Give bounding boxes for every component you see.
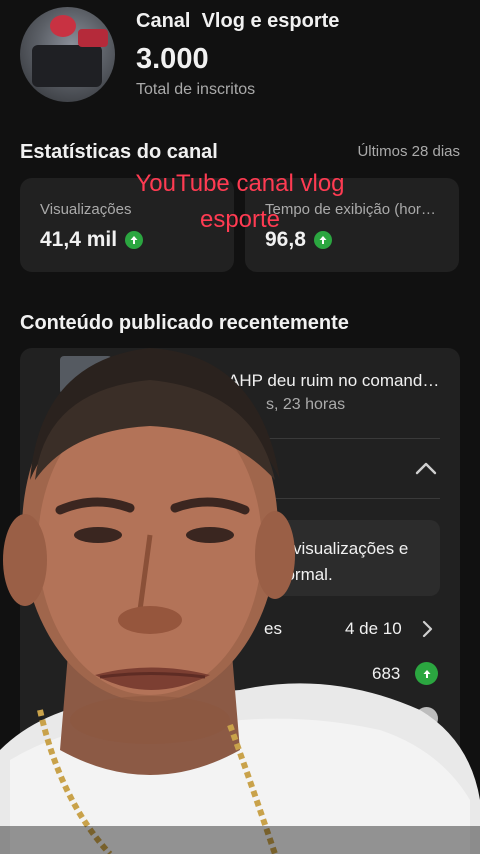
bottom-bar	[0, 826, 480, 854]
person-video-overlay	[0, 348, 480, 854]
stats-title: Estatísticas do canal	[20, 141, 218, 163]
overlay-caption-line-2: esporte	[199, 206, 281, 233]
overlay-caption: YouTube canal vlog esporte	[90, 166, 390, 238]
stats-period[interactable]: Últimos 28 dias	[357, 143, 460, 160]
subscriber-label: Total de inscritos	[136, 81, 256, 98]
channel-avatar[interactable]	[20, 7, 115, 102]
subscriber-count: 3.000	[136, 43, 209, 75]
channel-name: Canal Vlog e esporte	[136, 10, 340, 32]
overlay-caption-line-1: YouTube canal vlog	[135, 170, 345, 197]
